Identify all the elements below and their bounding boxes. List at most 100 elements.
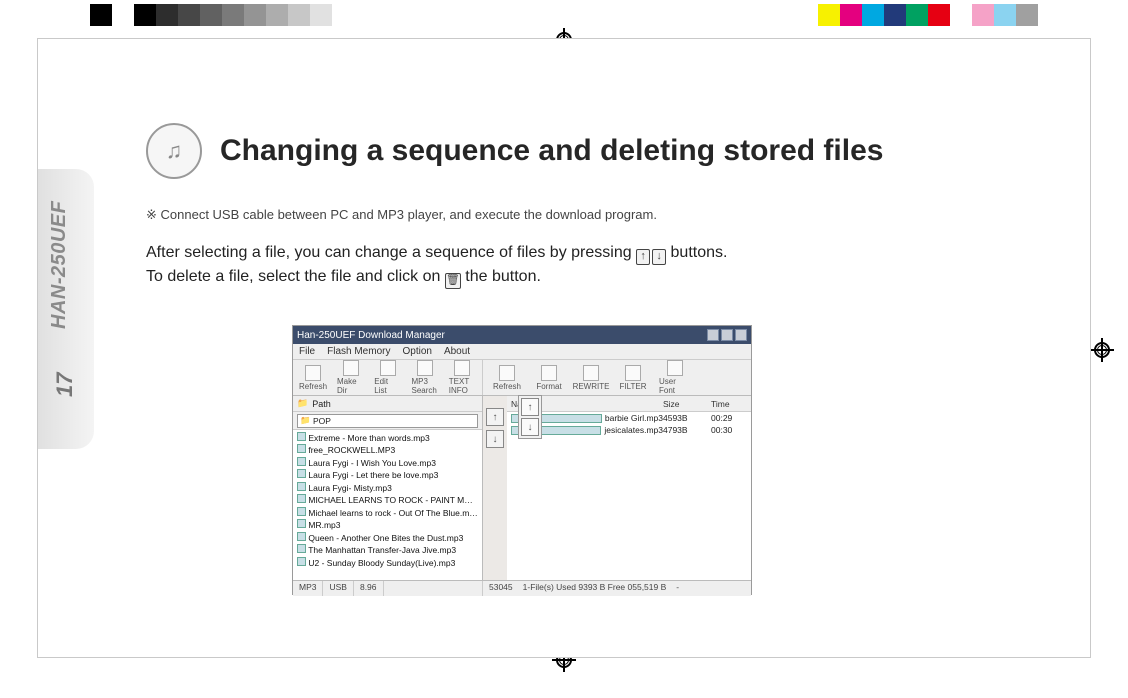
toolbar-icon — [541, 365, 557, 381]
swatch — [1016, 4, 1038, 26]
swatch — [244, 4, 266, 26]
list-item[interactable]: MICHAEL LEARNS TO ROCK - PAINT MY LOVE.M… — [297, 494, 478, 506]
list-item[interactable]: free_ROCKWELL.MP3 — [297, 444, 478, 456]
swatch — [288, 4, 310, 26]
menu-item[interactable]: About — [444, 346, 470, 357]
status-cell: 8.96 — [354, 581, 384, 596]
table-row[interactable]: jesicalates.mp34793B00:30 — [507, 424, 751, 436]
menu-item[interactable]: Option — [402, 346, 431, 357]
table-row[interactable]: barbie Girl.mp34593B00:29 — [507, 412, 751, 424]
swatch — [840, 4, 862, 26]
list-item[interactable]: Queen - Another One Bites the Dust.mp3 — [297, 532, 478, 544]
connect-note: ※ Connect USB cable between PC and MP3 p… — [146, 207, 1050, 223]
status-cell: 53045 — [489, 582, 513, 595]
swatch — [222, 4, 244, 26]
toolbar-button[interactable]: Edit List — [374, 360, 401, 395]
toolbar-button[interactable]: Make Dir — [337, 360, 364, 395]
col-time: Time — [711, 399, 751, 409]
print-colorbar — [0, 4, 1128, 26]
toolbar-button[interactable]: User Font — [659, 360, 691, 395]
toolbar-button[interactable]: REWRITE — [575, 365, 607, 391]
minimize-icon[interactable] — [707, 329, 719, 341]
file-icon — [297, 432, 306, 441]
file-icon — [297, 482, 306, 491]
page-number: 17 — [52, 373, 78, 397]
list-item[interactable]: Extreme - More than words.mp3 — [297, 432, 478, 444]
status-left: MP3USB8.96 — [293, 581, 483, 596]
folder-icon: 📁 — [300, 415, 311, 426]
menu-bar: File Flash Memory Option About — [293, 344, 751, 360]
swatch — [200, 4, 222, 26]
music-note-icon: ♫ — [166, 138, 183, 164]
content-area: ♫ Changing a sequence and deleting store… — [146, 123, 1050, 599]
move-up-button[interactable]: ↑ — [486, 408, 504, 426]
toolbar-label: Refresh — [299, 382, 327, 391]
swatch — [178, 4, 200, 26]
cell-size: 4793B — [663, 425, 711, 435]
list-item[interactable]: U2 - Sunday Bloody Sunday(Live).mp3 — [297, 557, 478, 569]
toolbar-label: User Font — [659, 377, 691, 395]
toolbar-label: Make Dir — [337, 377, 364, 395]
status-bar: MP3USB8.96 53045 1-File(s) Used 9393 B Fr… — [293, 580, 751, 596]
list-item[interactable]: Laura Fygi - I Wish You Love.mp3 — [297, 457, 478, 469]
status-cell: - — [676, 582, 679, 595]
window-title: Han-250UEF Download Manager — [297, 330, 445, 341]
side-tab: HAN-250UEF 17 — [38, 169, 94, 449]
folder-icon: 📁 — [297, 398, 308, 409]
list-item[interactable]: Michael learns to rock - Out Of The Blue… — [297, 507, 478, 519]
toolbar-label: FILTER — [620, 382, 647, 391]
toolbar-icon — [667, 360, 683, 376]
player-file-list[interactable]: barbie Girl.mp34593B00:29jesicalates.mp3… — [507, 412, 751, 436]
line1b: buttons. — [671, 244, 728, 261]
line2a: To delete a file, select the file and cl… — [146, 268, 445, 285]
toolbar-label: Refresh — [493, 382, 521, 391]
status-cell: 1-File(s) Used 9393 B Free 055,519 B — [523, 582, 667, 595]
list-item[interactable]: The Manhattan Transfer-Java Jive.mp3 — [297, 544, 478, 556]
toolbar-label: TEXT INFO — [449, 377, 476, 395]
toolbar-button[interactable]: Format — [533, 365, 565, 391]
menu-item[interactable]: File — [299, 346, 315, 357]
page-title: Changing a sequence and deleting stored … — [220, 134, 883, 168]
instruction-text: After selecting a file, you can change a… — [146, 241, 1050, 289]
player-file-panel: Name Size Time barbie Girl.mp34593B00:29… — [507, 396, 751, 580]
file-icon — [297, 557, 306, 566]
file-icon — [297, 544, 306, 553]
swatch — [156, 4, 178, 26]
toolbar-label: Format — [536, 382, 561, 391]
file-icon — [297, 519, 306, 528]
model-label: HAN-250UEF — [48, 201, 71, 329]
toolbar-button[interactable]: TEXT INFO — [449, 360, 476, 395]
swatch — [112, 4, 134, 26]
swatch — [862, 4, 884, 26]
toolbar-icon — [343, 360, 359, 376]
toolbar-button[interactable]: FILTER — [617, 365, 649, 391]
toolbar-icon — [499, 365, 515, 381]
menu-item[interactable]: Flash Memory — [327, 346, 390, 357]
file-icon — [297, 457, 306, 466]
trash-icon: 🗑 — [445, 273, 461, 289]
list-item[interactable]: Laura Fygi - Let there be love.mp3 — [297, 469, 478, 481]
swatch — [906, 4, 928, 26]
toolbar-button[interactable]: Refresh — [299, 365, 327, 391]
pc-file-list[interactable]: Extreme - More than words.mp3 free_ROCKW… — [293, 430, 482, 580]
cell-time: 00:30 — [711, 425, 751, 435]
list-item[interactable]: Laura Fygi- Misty.mp3 — [297, 482, 478, 494]
toolbar-label: MP3 Search — [412, 377, 439, 395]
status-cell: MP3 — [293, 581, 323, 596]
close-icon[interactable] — [735, 329, 747, 341]
list-item[interactable]: MR.mp3 — [297, 519, 478, 531]
screenshot-stage: Han-250UEF Download Manager File Flash Me… — [146, 299, 1050, 599]
move-down-button[interactable]: ↓ — [486, 430, 504, 448]
cell-size: 4593B — [663, 413, 711, 423]
path-label: Path — [312, 399, 331, 409]
swatch — [818, 4, 840, 26]
folder-combo[interactable]: 📁 POP — [293, 412, 482, 430]
toolbar-button[interactable]: Refresh — [491, 365, 523, 391]
file-icon — [297, 507, 306, 516]
swatch — [972, 4, 994, 26]
file-icon — [297, 532, 306, 541]
down-arrow-icon: ↓ — [652, 249, 666, 265]
maximize-icon[interactable] — [721, 329, 733, 341]
toolbar-button[interactable]: MP3 Search — [412, 360, 439, 395]
line1a: After selecting a file, you can change a… — [146, 244, 636, 261]
